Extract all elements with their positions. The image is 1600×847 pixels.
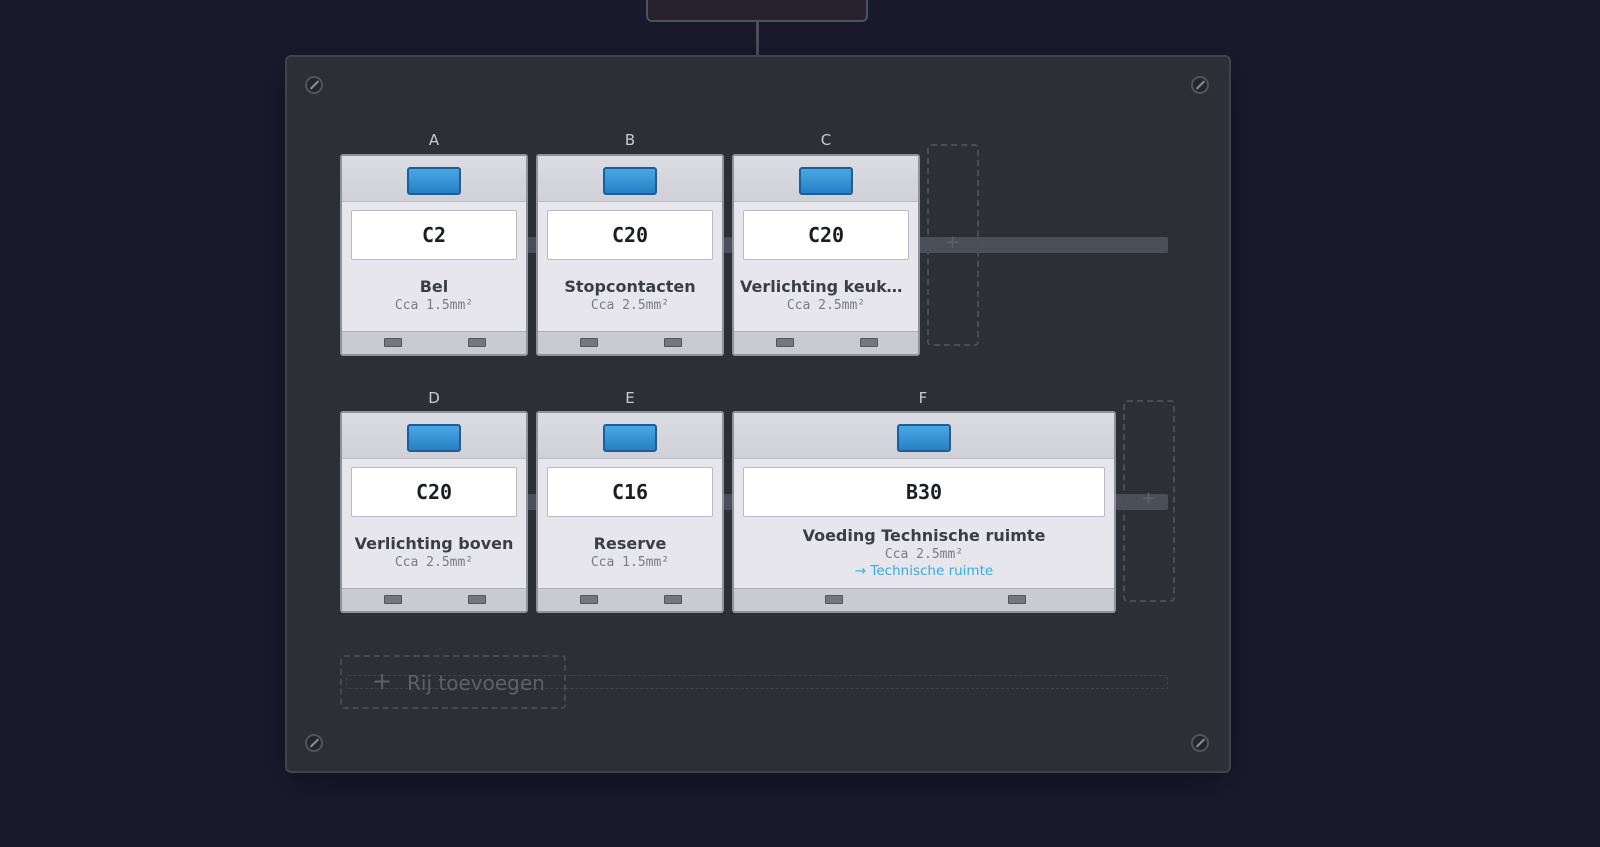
column-label: F: [918, 389, 928, 407]
add-breaker-slot[interactable]: +: [927, 144, 979, 346]
breaker-name: Reserve: [593, 534, 667, 553]
plus-icon: +: [1141, 488, 1157, 509]
breaker-cable: Cca 2.5mm²: [884, 547, 964, 562]
breaker-toggle[interactable]: [603, 167, 657, 195]
terminal-icon: [384, 338, 402, 347]
terminal-icon: [468, 595, 486, 604]
screw-icon: [305, 734, 323, 752]
breaker-name: Bel: [419, 277, 449, 296]
breaker-c[interactable]: C20 Verlichting keuke… Cca 2.5mm²: [732, 154, 920, 356]
terminal-icon: [580, 338, 598, 347]
breaker-toggle[interactable]: [799, 167, 853, 195]
breaker-a[interactable]: C2 Bel Cca 1.5mm²: [340, 154, 528, 356]
breaker-rating: C16: [547, 467, 713, 517]
breaker-rating: C20: [743, 210, 909, 260]
screw-icon: [305, 76, 323, 94]
breaker-f[interactable]: B30 Voeding Technische ruimte Cca 2.5mm²…: [732, 411, 1116, 613]
breaker-toggle[interactable]: [407, 424, 461, 452]
breaker-d[interactable]: C20 Verlichting boven Cca 2.5mm²: [340, 411, 528, 613]
terminal-icon: [384, 595, 402, 604]
breaker-toggle[interactable]: [407, 167, 461, 195]
terminal-icon: [825, 595, 843, 604]
add-breaker-slot[interactable]: +: [1123, 400, 1175, 602]
breaker-rating: C2: [351, 210, 517, 260]
screw-icon: [1191, 76, 1209, 94]
column-label: A: [428, 131, 440, 149]
incoming-feed-box: [646, 0, 868, 22]
breaker-rating: B30: [743, 467, 1105, 517]
column-label: B: [624, 131, 636, 149]
breaker-name: Stopcontacten: [564, 277, 696, 296]
terminal-icon: [860, 338, 878, 347]
plus-icon: +: [945, 232, 961, 253]
destination-link[interactable]: → Technische ruimte: [734, 563, 1114, 579]
terminal-icon: [776, 338, 794, 347]
breaker-name: Verlichting boven: [354, 534, 514, 553]
terminal-icon: [580, 595, 598, 604]
terminal-icon: [664, 338, 682, 347]
breaker-cable: Cca 1.5mm²: [394, 298, 474, 313]
breaker-cable: Cca 1.5mm²: [590, 555, 670, 570]
terminal-icon: [468, 338, 486, 347]
breaker-name: Voeding Technische ruimte: [802, 526, 1046, 545]
breaker-rating: C20: [547, 210, 713, 260]
incoming-feed-cable: [756, 22, 759, 56]
breaker-e[interactable]: C16 Reserve Cca 1.5mm²: [536, 411, 724, 613]
terminal-icon: [664, 595, 682, 604]
breaker-cable: Cca 2.5mm²: [394, 555, 474, 570]
breaker-name: Verlichting keuke…: [740, 277, 914, 296]
column-label: E: [625, 389, 635, 407]
add-row-button[interactable]: + Rij toevoegen: [340, 655, 566, 709]
breaker-b[interactable]: C20 Stopcontacten Cca 2.5mm²: [536, 154, 724, 356]
breaker-toggle[interactable]: [603, 424, 657, 452]
add-row-label: Rij toevoegen: [407, 671, 545, 695]
column-label: C: [820, 131, 832, 149]
breaker-cable: Cca 2.5mm²: [590, 298, 670, 313]
breaker-rating: C20: [351, 467, 517, 517]
breaker-toggle[interactable]: [897, 424, 951, 452]
plus-icon: +: [372, 667, 393, 695]
screw-icon: [1191, 734, 1209, 752]
terminal-icon: [1008, 595, 1026, 604]
column-label: D: [428, 389, 440, 407]
breaker-cable: Cca 2.5mm²: [786, 298, 866, 313]
